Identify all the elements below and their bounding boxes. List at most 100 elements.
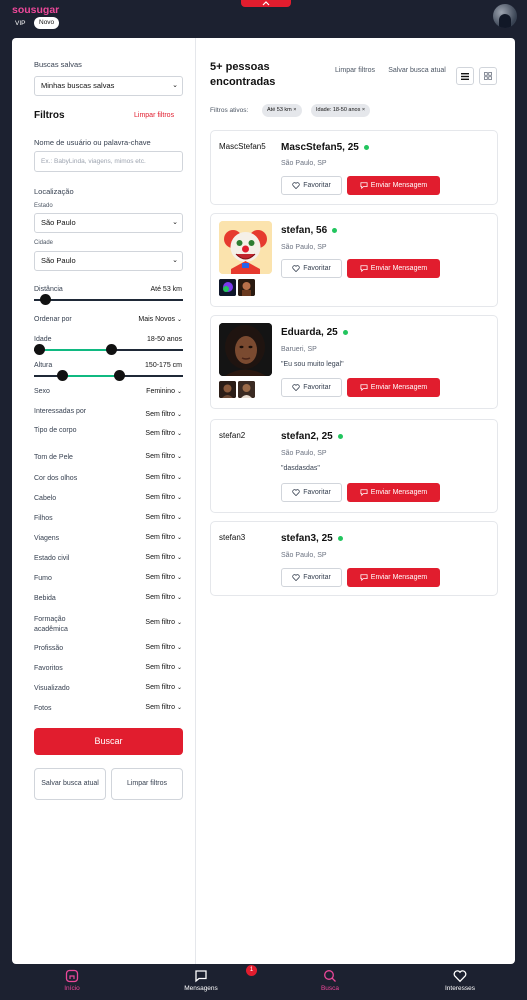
filter-row-label: Estado civil bbox=[34, 555, 70, 562]
nav-search-label: Busca bbox=[320, 985, 340, 992]
profile-card[interactable]: stefan2 stefan2, 25 São Paulo, SP "dasda… bbox=[210, 419, 498, 513]
user-avatar[interactable] bbox=[493, 4, 517, 28]
message-square-icon bbox=[195, 970, 207, 983]
profile-thumbnail[interactable] bbox=[219, 279, 236, 296]
favorite-button[interactable]: Favoritar bbox=[281, 568, 342, 587]
active-filter-age[interactable]: Idade: 18-50 anos × bbox=[311, 104, 371, 117]
list-view-button[interactable] bbox=[456, 67, 474, 85]
profile-card[interactable]: stefan3 stefan3, 25 São Paulo, SP Favori… bbox=[210, 521, 498, 596]
profile-card[interactable]: stefan, 56 São Paulo, SP Favoritar Envia… bbox=[210, 213, 498, 307]
online-indicator bbox=[342, 329, 348, 335]
profile-name[interactable]: stefan3, 25 bbox=[281, 533, 343, 544]
username-input[interactable]: Ex.: BabyLinda, viagens, mimos etc. bbox=[34, 151, 183, 172]
results-save-search[interactable]: Salvar busca atual bbox=[387, 66, 447, 76]
age-slider-max-handle[interactable] bbox=[106, 344, 117, 355]
height-slider-min-handle[interactable] bbox=[57, 370, 68, 381]
list-icon bbox=[461, 72, 469, 80]
clear-filters-link[interactable]: Limpar filtros bbox=[134, 112, 174, 119]
send-message-button[interactable]: Enviar Mensagem bbox=[347, 378, 440, 397]
filter-row-label: Tom de Pele bbox=[34, 454, 73, 461]
profile-photo[interactable] bbox=[219, 221, 272, 274]
filter-row-select[interactable]: Sem filtro ⌄ bbox=[145, 453, 182, 460]
city-value: São Paulo bbox=[41, 256, 76, 265]
city-select[interactable]: São Paulo ⌄ bbox=[34, 251, 183, 271]
grid-icon bbox=[484, 72, 492, 80]
filter-row-select[interactable]: Sem filtro ⌄ bbox=[145, 664, 182, 671]
favorite-button[interactable]: Favoritar bbox=[281, 378, 342, 397]
saved-searches-select[interactable]: Minhas buscas salvas ⌄ bbox=[34, 76, 183, 96]
height-slider[interactable] bbox=[34, 370, 183, 381]
filter-row-select[interactable]: Sem filtro ⌄ bbox=[145, 644, 182, 651]
profile-photo[interactable] bbox=[219, 323, 272, 376]
nav-home[interactable]: Início bbox=[32, 969, 112, 992]
nav-interests[interactable]: Interesses bbox=[420, 969, 500, 992]
filter-row-select[interactable]: Sem filtro ⌄ bbox=[145, 594, 182, 601]
search-icon bbox=[324, 970, 336, 982]
favorite-button[interactable]: Favoritar bbox=[281, 483, 342, 502]
heart-icon bbox=[453, 970, 467, 983]
filter-row-select[interactable]: Sem filtro ⌄ bbox=[145, 494, 182, 501]
save-search-button[interactable]: Salvar busca atual bbox=[34, 768, 106, 800]
grid-view-button[interactable] bbox=[479, 67, 497, 85]
filter-row-select[interactable]: Sem filtro ⌄ bbox=[145, 619, 182, 626]
nav-search[interactable]: Busca bbox=[290, 969, 370, 992]
filter-row-select[interactable]: Sem filtro ⌄ bbox=[145, 430, 182, 437]
filter-row-select[interactable]: Sem filtro ⌄ bbox=[145, 704, 182, 711]
distance-slider[interactable] bbox=[34, 294, 183, 305]
filter-row-label: Viagens bbox=[34, 535, 60, 542]
chevron-down-icon: ⌄ bbox=[176, 645, 182, 651]
filter-row-label: Cor dos olhos bbox=[34, 475, 78, 482]
height-slider-max-handle[interactable] bbox=[114, 370, 125, 381]
profile-thumbnail[interactable] bbox=[238, 381, 255, 398]
profile-card[interactable]: Eduarda, 25 Barueri, SP "Eu sou muito le… bbox=[210, 315, 498, 409]
send-message-label: Enviar Mensagem bbox=[370, 489, 428, 496]
chevron-down-icon: ⌄ bbox=[176, 705, 182, 711]
chat-bubble-icon bbox=[360, 489, 368, 496]
order-value: Mais Novos bbox=[138, 316, 175, 323]
profile-name[interactable]: Eduarda, 25 bbox=[281, 327, 348, 338]
filter-row-select[interactable]: Sem filtro ⌄ bbox=[145, 534, 182, 541]
profile-name[interactable]: MascStefan5, 25 bbox=[281, 142, 369, 153]
brand-logo[interactable]: sousugar bbox=[12, 4, 59, 16]
sexo-select[interactable]: Feminino ⌄ bbox=[146, 388, 182, 395]
active-filters-label: Filtros ativos: bbox=[210, 107, 249, 114]
filter-row-select[interactable]: Sem filtro ⌄ bbox=[145, 684, 182, 691]
filter-row-select[interactable]: Sem filtro ⌄ bbox=[145, 474, 182, 481]
send-message-button[interactable]: Enviar Mensagem bbox=[347, 259, 440, 278]
filter-row-label: Profissão bbox=[34, 645, 64, 652]
chevron-down-icon: ⌄ bbox=[176, 535, 182, 541]
profile-thumbnail[interactable] bbox=[219, 381, 236, 398]
age-slider-min-handle[interactable] bbox=[34, 344, 45, 355]
profile-thumbnail[interactable] bbox=[238, 279, 255, 296]
filter-row-select[interactable]: Sem filtro ⌄ bbox=[145, 514, 182, 521]
filter-row-label: Bebida bbox=[34, 595, 56, 602]
filter-row-value: Sem filtro bbox=[145, 514, 175, 521]
state-select[interactable]: São Paulo ⌄ bbox=[34, 213, 183, 233]
online-indicator bbox=[337, 433, 343, 439]
state-value: São Paulo bbox=[41, 218, 76, 227]
profile-name[interactable]: stefan2, 25 bbox=[281, 431, 343, 442]
clear-filters-button[interactable]: Limpar filtros bbox=[111, 768, 183, 800]
send-message-button[interactable]: Enviar Mensagem bbox=[347, 176, 440, 195]
send-message-button[interactable]: Enviar Mensagem bbox=[347, 568, 440, 587]
order-select[interactable]: Mais Novos ⌄ bbox=[138, 316, 182, 323]
send-message-button[interactable]: Enviar Mensagem bbox=[347, 483, 440, 502]
thumbnail-image bbox=[219, 381, 236, 398]
chevron-down-icon: ⌄ bbox=[176, 575, 182, 581]
filter-row-value: Sem filtro bbox=[145, 644, 175, 651]
profile-card[interactable]: MascStefan5 MascStefan5, 25 São Paulo, S… bbox=[210, 130, 498, 205]
results-clear-filters[interactable]: Limpar filtros bbox=[334, 66, 376, 76]
nav-messages[interactable]: Mensagens bbox=[161, 969, 241, 992]
filter-row-select[interactable]: Sem filtro ⌄ bbox=[145, 554, 182, 561]
favorite-button[interactable]: Favoritar bbox=[281, 176, 342, 195]
favorite-button[interactable]: Favoritar bbox=[281, 259, 342, 278]
filter-row-select[interactable]: Sem filtro ⌄ bbox=[145, 574, 182, 581]
search-button[interactable]: Buscar bbox=[34, 728, 183, 755]
age-slider[interactable] bbox=[34, 344, 183, 355]
profile-username: stefan3 bbox=[219, 533, 246, 542]
filter-row-select[interactable]: Sem filtro ⌄ bbox=[145, 411, 182, 418]
top-center-tab[interactable] bbox=[241, 0, 291, 7]
profile-name[interactable]: stefan, 56 bbox=[281, 225, 338, 236]
distance-slider-handle[interactable] bbox=[40, 294, 51, 305]
active-filter-distance[interactable]: Até 53 km × bbox=[262, 104, 302, 117]
